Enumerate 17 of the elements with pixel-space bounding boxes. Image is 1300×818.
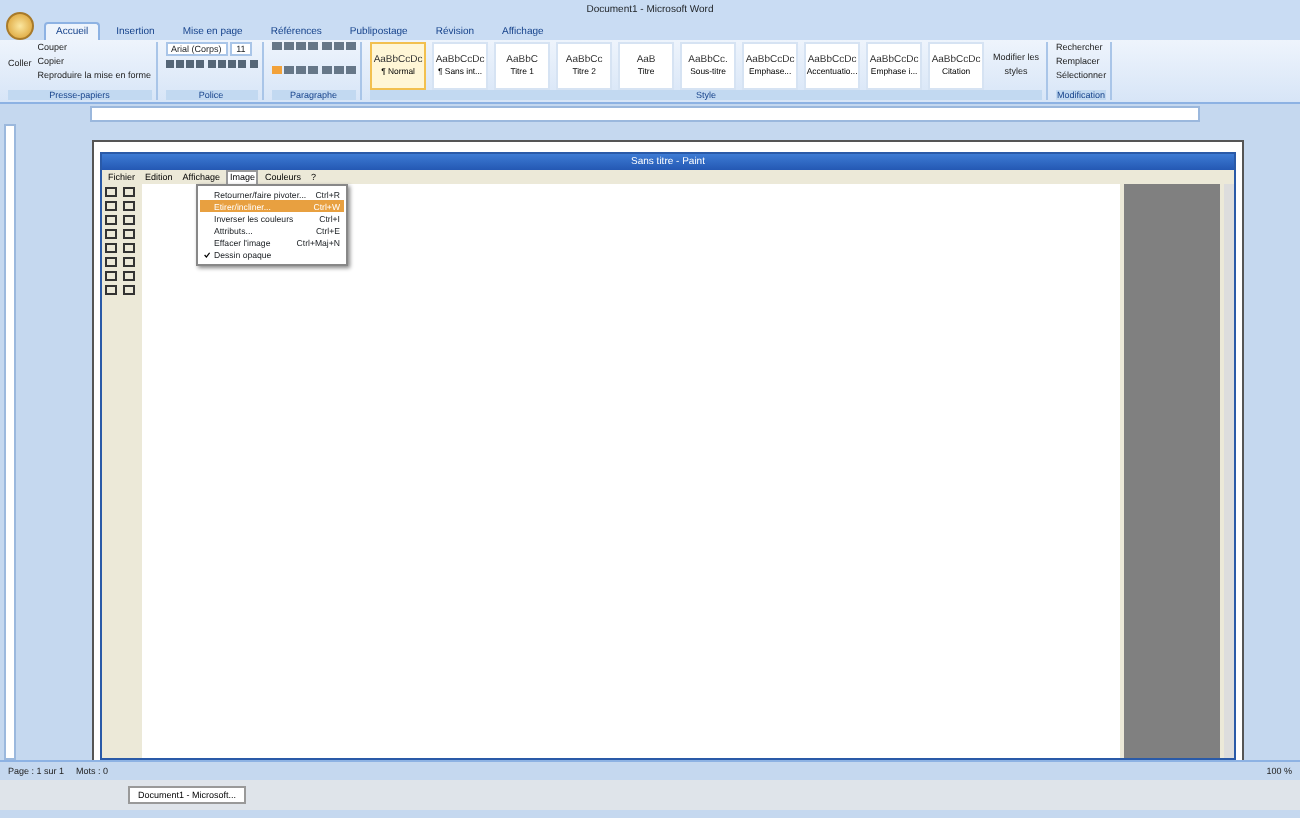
tool-icon[interactable]	[122, 270, 138, 282]
tool-icon[interactable]	[104, 186, 120, 198]
tool-icon[interactable]	[104, 214, 120, 226]
tool-icon[interactable]	[104, 228, 120, 240]
tool-icon[interactable]	[122, 256, 138, 268]
tool-icon[interactable]	[104, 200, 120, 212]
tool-icon[interactable]	[122, 214, 138, 226]
tool-icon[interactable]	[122, 200, 138, 212]
check-icon	[204, 252, 210, 259]
tool-icon[interactable]	[122, 284, 138, 296]
tool-icon[interactable]	[122, 186, 138, 198]
tool-icon[interactable]	[104, 242, 120, 254]
tool-icon[interactable]	[104, 256, 120, 268]
tool-icon[interactable]	[122, 242, 138, 254]
tool-icon[interactable]	[122, 228, 138, 240]
tool-icon[interactable]	[104, 284, 120, 296]
tool-icon[interactable]	[104, 270, 120, 282]
